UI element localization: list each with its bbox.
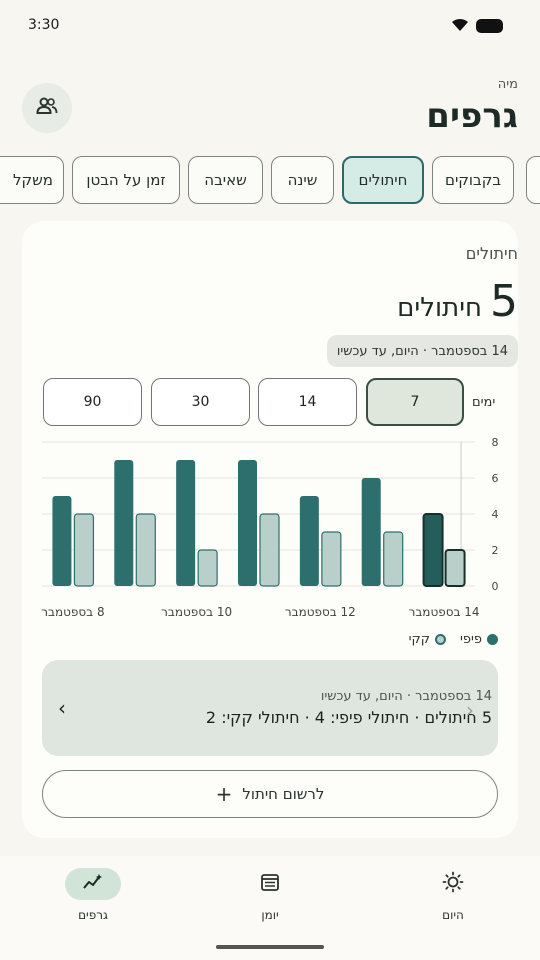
chart-bar [52,496,72,586]
battery-icon [476,19,503,33]
x-tick-label: 8 בספטמבר [41,605,104,619]
chevron-right-icon[interactable]: › [466,698,474,722]
calendar-icon [260,872,280,896]
plus-icon: + [215,782,233,806]
summary-text: 5 חיתולים · חיתולי פיפי: 4 · חיתולי קקי:… [205,708,492,727]
nav-charts-label: גרפים [78,908,108,922]
legend-item-pee: פיפי [460,632,498,647]
switch-child-button[interactable] [22,83,72,133]
range-7-button[interactable]: 7 [366,378,464,426]
legend-poop-swatch [434,634,446,645]
wifi-icon [450,17,470,37]
status-bar: 3:30 [0,0,540,52]
total-number: 5 [490,276,518,327]
legend-item-poop: קקי [409,632,446,647]
tab-bottles[interactable]: בקבוקים [432,156,514,204]
tab-tummy-time[interactable]: זמן על הבטן [72,156,180,204]
range-14-button[interactable]: 14 [258,378,357,426]
range-label: ימים [472,395,496,410]
legend-pee-swatch [487,634,498,645]
home-indicator [216,945,324,949]
nav-today-pill [425,868,481,900]
y-tick-label: 0 [492,580,499,593]
chart-bar [383,531,404,587]
x-tick-label: 14 בספטמבר [409,605,480,619]
status-time: 3:30 [28,17,60,33]
category-tabs: בקבוקים חיתולים שינה שאיבה זמן על הבטן מ… [0,156,540,206]
tab-pumping[interactable]: שאיבה [188,156,263,204]
chart-bar [321,531,342,587]
chart-bar [114,460,134,586]
chart-bar [135,513,156,587]
total-value: 5 חיתולים [397,276,518,327]
chart-bar [73,513,95,587]
tab-weight-label: משקל [13,171,53,189]
nav-journal[interactable]: יומן [230,868,310,922]
nav-journal-label: יומן [261,908,279,922]
tab-diapers[interactable]: חיתולים [342,156,424,204]
y-tick-label: 2 [492,544,499,557]
page-title: גרפים [426,96,518,136]
chevron-left-icon[interactable]: ‹ [58,696,66,720]
chart-bar [444,549,466,587]
y-tick-label: 6 [492,472,499,485]
card-title: חיתולים [465,244,518,263]
x-tick-label: 12 בספטמבר [285,605,356,619]
x-tick-label: 10 בספטמבר [161,605,232,619]
legend-poop-label: קקי [408,632,430,647]
date-range-pill: 14 בספטמבר · היום, עד עכשיו [326,335,518,367]
y-tick-label: 4 [492,508,499,521]
chart-bar [361,478,381,586]
nav-today[interactable]: היום [413,868,493,922]
chart-icon [82,873,104,895]
people-icon [36,97,58,119]
nav-charts[interactable]: גרפים [53,868,133,922]
tab-weight[interactable]: משקל [0,156,64,204]
total-unit: חיתולים [397,293,482,323]
chart-bar [238,460,257,586]
nav-charts-pill [65,868,121,900]
legend-pee-label: פיפי [459,632,482,647]
chart-legend: פיפי קקי [409,632,498,647]
chart-svg: 0 2 4 6 8 8 בספטמבר 10 בספטמבר 12 בספטמבר 14 בספ… [41,436,499,619]
range-30-button[interactable]: 30 [151,378,250,426]
chart-bar [259,513,280,587]
tab-offscreen[interactable] [526,156,540,204]
chart-bar [299,496,319,586]
chart-bar [197,549,218,587]
nav-journal-pill [242,868,298,900]
range-90-button[interactable]: 90 [43,378,142,426]
chart-bar [176,460,196,586]
child-name: מיה [497,77,518,92]
add-diaper-button[interactable]: לרשום חיתול + [42,770,498,818]
chart-bar [422,513,444,587]
y-tick-label: 8 [492,436,499,449]
diaper-chart: 0 2 4 6 8 8 בספטמבר 10 בספטמבר 12 בספטמבר 14 בספ… [40,432,510,622]
tab-sleep[interactable]: שינה [271,156,334,204]
nav-today-label: היום [442,908,464,922]
add-diaper-label: לרשום חיתול [242,785,325,803]
sun-icon [442,871,464,897]
